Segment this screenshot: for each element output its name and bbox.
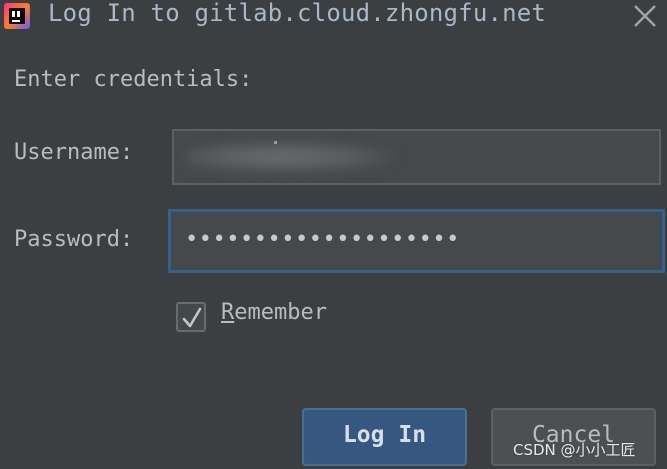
login-button[interactable]: Log In [302,408,467,466]
app-icon [4,3,30,29]
password-label: Password: [14,227,134,252]
login-dialog: Log In to gitlab.cloud.zhongfu.net Enter… [0,0,667,469]
redacted-mark [274,141,277,144]
password-field[interactable]: •••••••••••••••••••• [168,209,665,273]
username-label: Username: [14,140,134,165]
credentials-prompt: Enter credentials: [14,67,253,92]
remember-mnemonic: R [221,300,235,325]
checkmark-icon [182,307,202,328]
remember-checkbox[interactable] [176,302,206,332]
remember-label[interactable]: Remember [221,299,327,327]
close-button[interactable] [630,2,660,30]
title-bar: Log In to gitlab.cloud.zhongfu.net [0,0,667,30]
username-field[interactable] [172,129,661,185]
redacted-username [188,141,398,173]
remember-label-rest: emember [234,300,327,325]
password-value: •••••••••••••••••••• [185,227,460,252]
window-title: Log In to gitlab.cloud.zhongfu.net [48,0,547,27]
watermark: CSDN @小小工匠 [513,441,636,459]
close-icon [634,5,656,27]
